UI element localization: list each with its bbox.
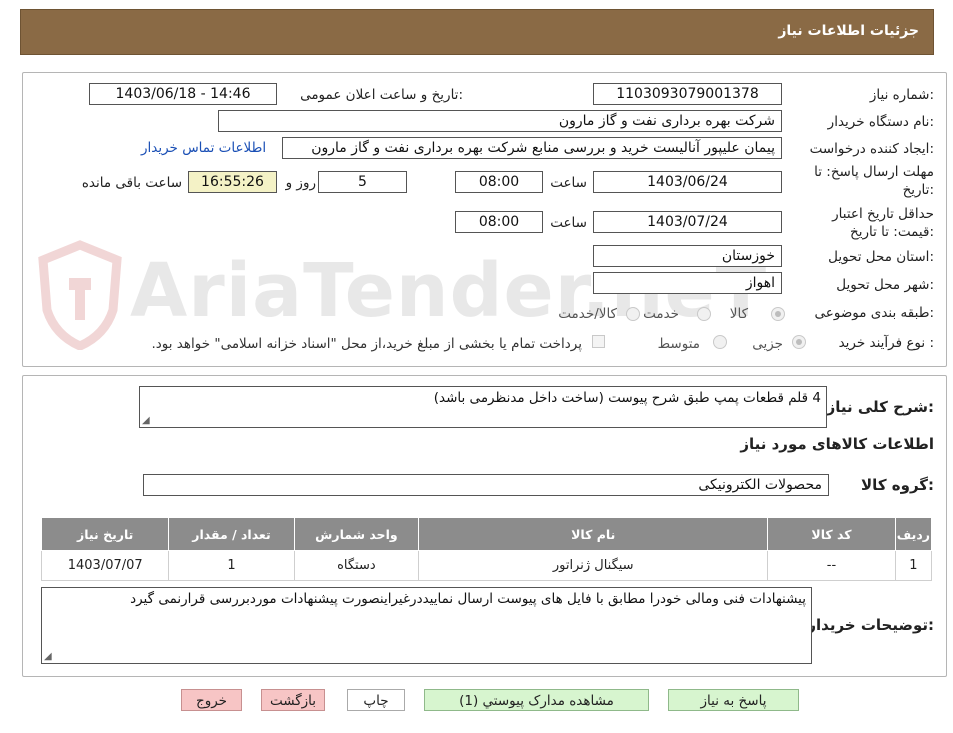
- remaining-label: ساعت باقی مانده: [81, 175, 182, 191]
- category-label: طبقه بندی موضوعی:: [814, 305, 934, 321]
- table-header-row: ردیف کد کالا نام کالا واحد شمارش تعداد /…: [40, 517, 933, 551]
- page-title: جزئیات اطلاعات نیاز: [778, 23, 919, 39]
- process-label: نوع فرآیند خرید :: [838, 335, 934, 351]
- validity-time-field: 08:00: [455, 211, 543, 233]
- category-radio-goods-service[interactable]: [626, 307, 640, 321]
- reply-time-label: ساعت: [550, 175, 587, 191]
- buyer-notes-label: توضیحات خریدار:: [807, 616, 934, 634]
- validity-time-label: ساعت: [550, 215, 587, 231]
- announce-label: تاریخ و ساعت اعلان عمومی:: [300, 87, 463, 103]
- col-header-code: کد کالا: [767, 517, 896, 551]
- cell-quantity: 1: [168, 550, 295, 581]
- need-number-label: شماره نیاز:: [869, 87, 934, 103]
- category-radio-service[interactable]: [697, 307, 711, 321]
- resize-grip-icon[interactable]: ◢: [142, 415, 150, 426]
- category-option-goods-service: کالا/خدمت: [558, 306, 617, 322]
- buyer-notes-text: پیشنهادات فنی ومالی خودرا مطابق با فایل …: [130, 591, 806, 607]
- validity-label-2: قیمت: تا تاریخ:: [849, 224, 934, 240]
- province-label: استان محل تحویل:: [828, 249, 934, 265]
- city-label: شهر محل تحویل:: [836, 277, 934, 293]
- creator-field: پیمان علیپور آنالیست خرید و بررسی منابع …: [282, 137, 782, 159]
- city-field: اهواز: [593, 272, 782, 294]
- process-radio-medium[interactable]: [713, 335, 727, 349]
- announce-field: 1403/06/18 - 14:46: [89, 83, 277, 105]
- need-number-field: 1103093079001378: [593, 83, 782, 105]
- cell-code: --: [767, 550, 896, 581]
- col-header-need-date: تاریخ نیاز: [40, 517, 170, 551]
- cell-need-date: 1403/07/07: [40, 550, 170, 581]
- process-radio-minor[interactable]: [792, 335, 806, 349]
- col-header-unit: واحد شمارش: [293, 517, 420, 551]
- category-option-service: خدمت: [643, 306, 679, 322]
- items-table: ردیف کد کالا نام کالا واحد شمارش تعداد /…: [40, 517, 933, 581]
- col-header-name: نام کالا: [418, 517, 769, 551]
- days-field: 5: [318, 171, 407, 193]
- print-button[interactable]: چاپ: [347, 689, 405, 711]
- col-header-quantity: تعداد / مقدار: [168, 517, 295, 551]
- view-attachments-button[interactable]: مشاهده مدارک پیوستي (1): [424, 689, 649, 711]
- col-header-row-no: ردیف: [894, 517, 933, 551]
- goods-info-title: اطلاعات کالاهای مورد نیاز: [740, 435, 934, 453]
- exit-button[interactable]: خروج: [181, 689, 242, 711]
- summary-text: 4 قلم قطعات پمپ طبق شرح پیوست (ساخت داخل…: [433, 390, 821, 406]
- treasury-payment-checkbox[interactable]: [592, 335, 605, 348]
- reply-time-field: 08:00: [455, 171, 543, 193]
- category-radio-goods[interactable]: [771, 307, 785, 321]
- buyer-org-label: نام دستگاه خریدار:: [827, 114, 934, 130]
- summary-label: شرح کلی نیاز:: [826, 398, 934, 416]
- buyer-org-field: شرکت بهره برداری نفت و گاز مارون: [218, 110, 782, 132]
- table-row: 1 -- سیگنال ژنراتور دستگاه 1 1403/07/07: [40, 550, 933, 581]
- province-field: خوزستان: [593, 245, 782, 267]
- back-button[interactable]: بازگشت: [261, 689, 325, 711]
- days-label: روز و: [285, 175, 316, 191]
- reply-button[interactable]: پاسخ به نیاز: [668, 689, 799, 711]
- reply-date-field: 1403/06/24: [593, 171, 782, 193]
- reply-deadline-label: مهلت ارسال پاسخ: تا: [814, 164, 934, 180]
- creator-label: ایجاد کننده درخواست:: [809, 141, 934, 157]
- summary-field: 4 قلم قطعات پمپ طبق شرح پیوست (ساخت داخل…: [139, 386, 827, 428]
- page-header: جزئیات اطلاعات نیاز: [20, 9, 934, 55]
- validity-label: حداقل تاریخ اعتبار: [832, 206, 934, 222]
- goods-group-label: گروه کالا:: [861, 476, 934, 494]
- buyer-contact-link[interactable]: اطلاعات تماس خریدار: [141, 140, 266, 156]
- category-option-goods: کالا: [729, 306, 748, 322]
- cell-name: سیگنال ژنراتور: [418, 550, 769, 581]
- validity-date-field: 1403/07/24: [593, 211, 782, 233]
- reply-deadline-label-2: تاریخ:: [902, 182, 934, 198]
- resize-grip-icon[interactable]: ◢: [44, 651, 52, 662]
- goods-group-field: محصولات الکترونیکی: [143, 474, 829, 496]
- process-option-minor: جزیی: [752, 336, 783, 352]
- buyer-notes-field: پیشنهادات فنی ومالی خودرا مطابق با فایل …: [41, 587, 812, 664]
- treasury-payment-note: پرداخت تمام یا بخشی از مبلغ خرید،از محل …: [151, 336, 582, 352]
- remaining-time-field: 16:55:26: [188, 171, 277, 193]
- cell-unit: دستگاه: [293, 550, 420, 581]
- cell-row-no: 1: [894, 550, 933, 581]
- process-option-medium: متوسط: [657, 336, 700, 352]
